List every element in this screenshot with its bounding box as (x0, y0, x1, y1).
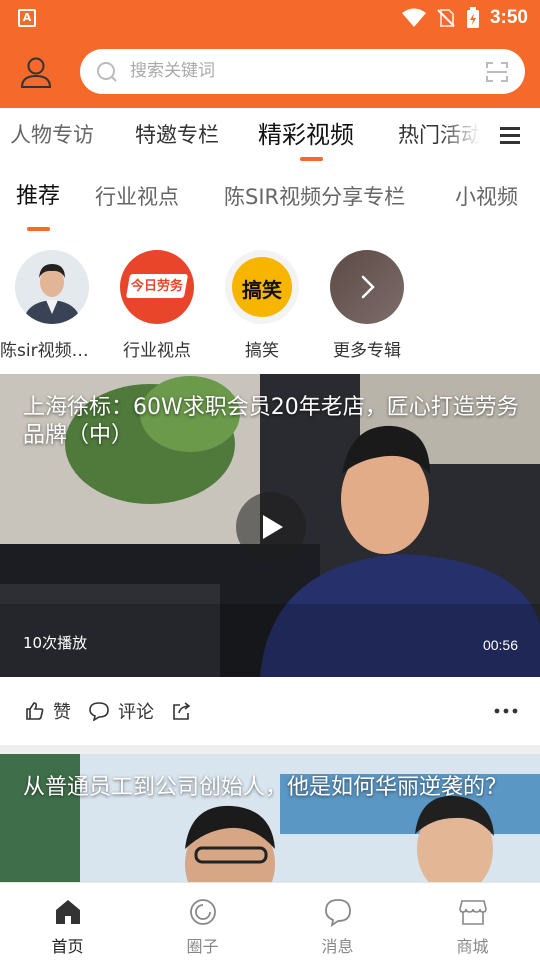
category-tabs: 人物专访 特邀专栏 精彩视频 热门活动 (0, 108, 540, 164)
more-icon (494, 708, 518, 714)
status-bar: A 3:50 (0, 0, 540, 36)
more-categories-button[interactable] (480, 108, 540, 164)
nav-label: 商城 (456, 937, 489, 956)
battery-charging-icon (466, 7, 479, 28)
tab-guest-column[interactable]: 特邀专栏 (135, 108, 219, 164)
album-list: 陈sir视频分享 今日劳务 行业视点 搞笑 搞笑 更多专辑 (0, 236, 540, 370)
video-duration: 00:56 (482, 637, 518, 653)
album-avatar: 今日劳务 (120, 250, 194, 324)
menu-icon (500, 127, 520, 130)
album-name: 行业视点 (123, 341, 191, 361)
album-avatar (330, 250, 404, 324)
subtab-short-videos[interactable]: 小视频 (455, 164, 518, 230)
sub-tabs: 推荐 行业视点 陈SIR视频分享专栏 小视频 (0, 164, 540, 236)
play-icon (263, 515, 283, 539)
album-industry-view[interactable]: 今日劳务 行业视点 (105, 250, 209, 361)
subtab-recommend[interactable]: 推荐 (16, 164, 60, 230)
share-button[interactable] (171, 699, 191, 723)
subtab-industry-view[interactable]: 行业视点 (95, 164, 179, 230)
user-profile-button[interactable] (18, 54, 54, 90)
status-icons: 3:50 (401, 0, 528, 36)
play-count: 10次播放 (23, 634, 88, 652)
nav-label: 首页 (51, 937, 84, 956)
album-logo-text: 搞笑 (242, 278, 282, 302)
album-name: 更多专辑 (333, 341, 401, 361)
nav-messages[interactable]: 消息 (270, 883, 405, 960)
thumbs-up-icon (26, 702, 44, 720)
comment-label: 评论 (118, 702, 154, 723)
video-actions: 赞 评论 (0, 677, 540, 745)
tab-featured-videos[interactable]: 精彩视频 (258, 108, 354, 164)
subtab-chen-sir-column[interactable]: 陈SIR视频分享专栏 (224, 164, 405, 230)
user-icon (20, 57, 52, 88)
search-placeholder: 搜索关键词 (130, 61, 215, 81)
card-divider (0, 745, 540, 754)
tab-people-interview[interactable]: 人物专访 (10, 108, 94, 164)
album-funny[interactable]: 搞笑 搞笑 (210, 250, 314, 361)
comment-icon (89, 702, 109, 721)
video-card[interactable]: 从普通员工到公司创始人，他是如何华丽逆袭的？ (0, 754, 540, 882)
header: 搜索关键词 (0, 36, 540, 108)
shop-icon (459, 900, 487, 925)
menu-icon-line (500, 141, 520, 144)
nav-label: 消息 (321, 937, 354, 956)
active-tab-indicator (300, 157, 323, 161)
search-icon (97, 62, 117, 82)
home-icon (56, 900, 80, 924)
share-icon (173, 702, 191, 720)
wifi-icon (401, 8, 426, 27)
nav-circle[interactable]: 圈子 (135, 883, 270, 960)
video-title: 从普通员工到公司创始人，他是如何华丽逆袭的？ (23, 775, 508, 800)
scan-icon[interactable] (485, 60, 509, 84)
active-subtab-indicator (27, 227, 50, 231)
like-label: 赞 (53, 702, 71, 723)
like-button[interactable]: 赞 (25, 699, 71, 723)
person-portrait-icon (15, 250, 89, 324)
album-chen-sir[interactable]: 陈sir视频分享 (0, 250, 104, 361)
album-more[interactable]: 更多专辑 (315, 250, 419, 361)
album-name: 搞笑 (245, 341, 279, 361)
bottom-navigation: 首页 圈子 消息 商城 (0, 882, 540, 960)
menu-icon-line (500, 134, 520, 137)
circle-icon (190, 899, 216, 925)
album-logo-text: 今日劳务 (130, 279, 183, 294)
comment-button[interactable]: 评论 (88, 699, 154, 723)
clock: 3:50 (489, 7, 528, 28)
search-bar[interactable]: 搜索关键词 (80, 49, 525, 94)
more-options-button[interactable] (494, 699, 518, 723)
nav-label: 圈子 (186, 937, 219, 956)
tab-fade (440, 108, 480, 164)
album-name: 陈sir视频分享 (0, 341, 104, 361)
message-icon (325, 899, 351, 927)
video-card[interactable]: 上海徐标：60W求职会员20年老店，匠心打造劳务品牌（中） 10次播放 00:5… (0, 374, 540, 677)
album-avatar (15, 250, 89, 324)
chevron-right-icon (361, 275, 375, 299)
play-button[interactable] (236, 492, 306, 562)
nav-home[interactable]: 首页 (0, 883, 135, 960)
no-signal-icon (437, 9, 455, 27)
video-title: 上海徐标：60W求职会员20年老店，匠心打造劳务品牌（中） (23, 395, 519, 448)
album-avatar: 搞笑 (225, 250, 299, 324)
app-notification-icon: A (18, 9, 36, 27)
nav-shop[interactable]: 商城 (405, 883, 540, 960)
